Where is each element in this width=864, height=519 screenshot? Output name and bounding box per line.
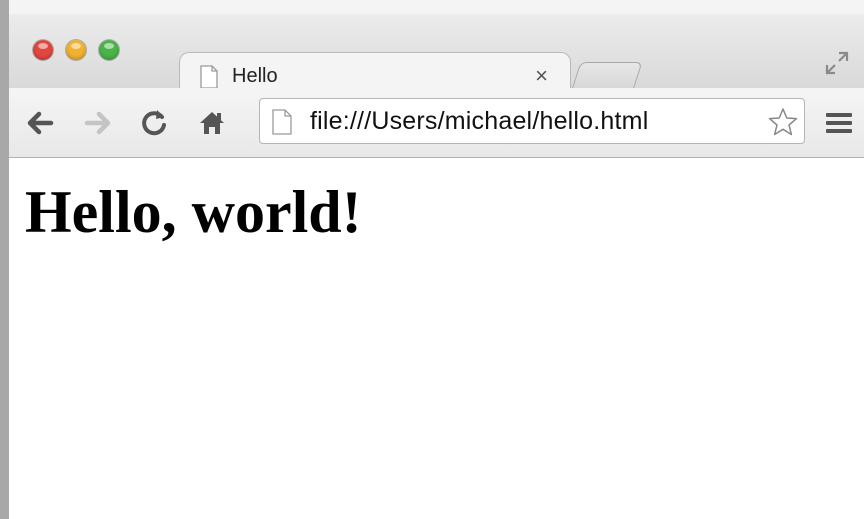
tab-label: Hello: [232, 65, 278, 87]
back-arrow-icon[interactable]: [23, 106, 57, 140]
page-icon: [272, 109, 292, 140]
star-icon[interactable]: [768, 107, 798, 142]
address-bar[interactable]: file:///Users/michael/hello.html: [259, 98, 805, 144]
browser-window: Hello × file:///Users/michael/hello.html…: [0, 0, 864, 519]
title-bar: Hello ×: [9, 0, 864, 102]
home-icon[interactable]: [195, 106, 229, 140]
zoom-window-button[interactable]: [99, 40, 119, 60]
page-heading: Hello, world!: [25, 179, 362, 245]
reload-icon[interactable]: [137, 106, 171, 140]
browser-toolbar: file:///Users/michael/hello.html: [9, 88, 864, 158]
minimize-window-button[interactable]: [66, 40, 86, 60]
fullscreen-arrows-icon[interactable]: [824, 50, 850, 76]
forward-arrow-icon[interactable]: [81, 106, 115, 140]
close-window-button[interactable]: [33, 40, 53, 60]
traffic-lights: [33, 40, 119, 60]
hamburger-menu-icon[interactable]: [824, 108, 854, 138]
address-bar-url[interactable]: file:///Users/michael/hello.html: [310, 107, 648, 136]
tab-close-icon[interactable]: ×: [535, 63, 548, 89]
page-content: Hello, world!: [23, 158, 864, 519]
